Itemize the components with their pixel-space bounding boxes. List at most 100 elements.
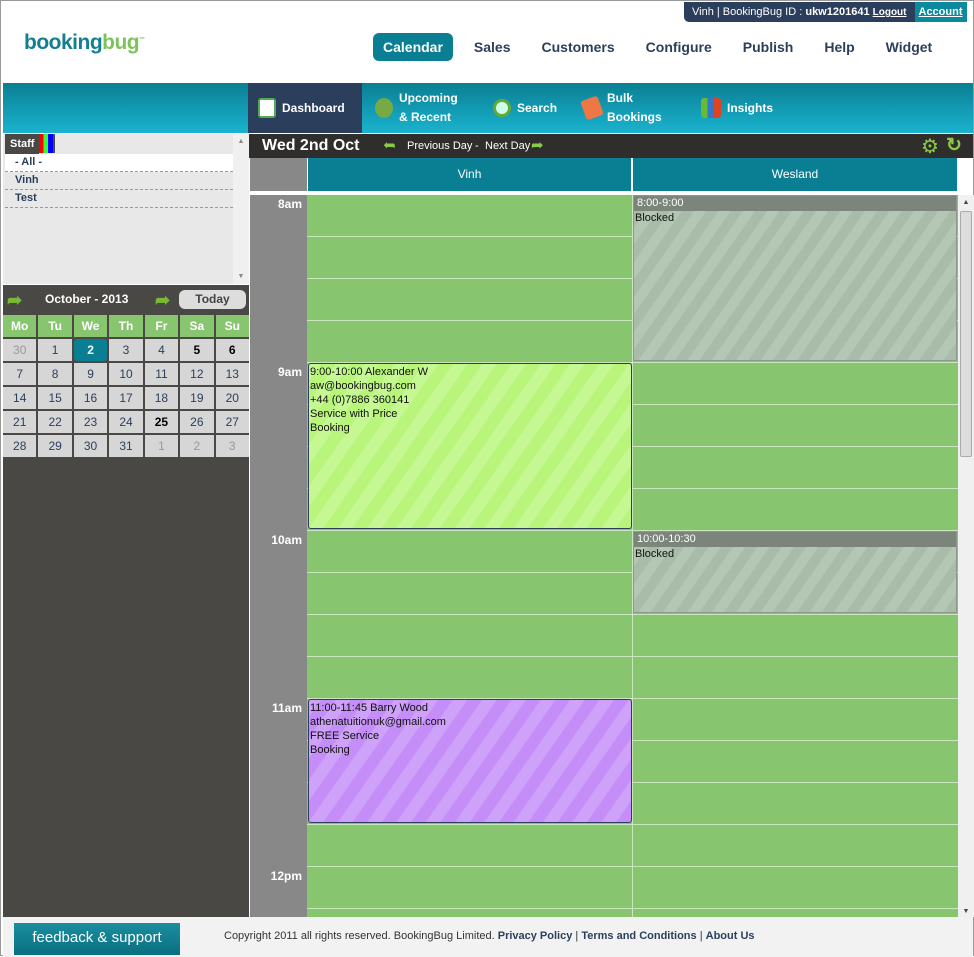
- day-cell[interactable]: 17: [109, 387, 143, 409]
- weekday-label: Fr: [144, 315, 179, 337]
- day-cell[interactable]: 26: [180, 411, 214, 433]
- day-cell[interactable]: 30: [73, 435, 108, 457]
- day-cell[interactable]: 27: [215, 411, 249, 433]
- event-detail: aw@bookingbug.com: [310, 380, 416, 392]
- subnav-insights[interactable]: Insights: [701, 83, 773, 133]
- weekday-label: Tu: [38, 315, 72, 337]
- subnav-bulk-bookings[interactable]: Bulk Bookings: [580, 83, 673, 133]
- staff-scrollbar[interactable]: ▲ ▼: [233, 134, 249, 284]
- feedback-support-button[interactable]: feedback & support: [14, 923, 180, 955]
- booking-event[interactable]: 9:00-10:00 Alexander W aw@bookingbug.com +…: [308, 363, 632, 529]
- blocked-slot[interactable]: 10:00-10:30 Blocked: [633, 531, 957, 613]
- nav-publish[interactable]: Publish: [733, 33, 804, 61]
- nav-customers[interactable]: Customers: [532, 33, 625, 61]
- day-cell[interactable]: 4: [144, 339, 179, 361]
- next-month-arrow-icon[interactable]: ➦: [155, 290, 170, 311]
- next-day-arrow-icon[interactable]: ➦: [531, 136, 544, 154]
- next-day-link[interactable]: Next Day: [485, 140, 530, 152]
- staff-item-vinh[interactable]: Vinh: [5, 172, 233, 190]
- event-time: 11:00-11:45 Barry Wood: [310, 702, 429, 714]
- refresh-icon[interactable]: ↻: [946, 134, 962, 157]
- subnav-dashboard[interactable]: Dashboard: [248, 83, 362, 133]
- scroll-thumb[interactable]: [960, 211, 972, 457]
- day-cell[interactable]: 21: [3, 411, 37, 433]
- day-cell[interactable]: 3: [215, 435, 249, 457]
- day-cell[interactable]: 23: [73, 411, 108, 433]
- privacy-policy-link[interactable]: Privacy Policy: [498, 930, 573, 942]
- day-cell[interactable]: 13: [215, 363, 249, 385]
- day-cell[interactable]: 2: [73, 339, 108, 361]
- account-link[interactable]: Account: [914, 2, 967, 22]
- day-cell[interactable]: 5: [180, 339, 214, 361]
- day-cell[interactable]: 20: [215, 387, 249, 409]
- grid-scrollbar[interactable]: ▲ ▼: [958, 195, 974, 917]
- main-nav: Calendar Sales Customers Configure Publish He…: [373, 33, 953, 61]
- event-detail: Blocked: [635, 212, 675, 224]
- day-cell[interactable]: 8: [38, 363, 72, 385]
- day-cell[interactable]: 3: [109, 339, 143, 361]
- prev-day-arrow-icon[interactable]: ➦: [383, 136, 396, 154]
- about-us-link[interactable]: About Us: [706, 930, 755, 942]
- logout-link[interactable]: Logout: [873, 7, 907, 18]
- day-cell[interactable]: 9: [73, 363, 108, 385]
- event-time: 9:00-10:00 Alexander W: [310, 366, 429, 378]
- color-toggle-icon[interactable]: [39, 134, 55, 153]
- subnav-search[interactable]: Search: [493, 83, 557, 133]
- hour-label: 10am: [271, 533, 302, 547]
- staff-item-all[interactable]: - All -: [5, 154, 233, 172]
- nav-help[interactable]: Help: [814, 33, 864, 61]
- day-cell[interactable]: 10: [109, 363, 143, 385]
- alarm-clock-icon: [375, 98, 393, 118]
- bookingbug-logo[interactable]: bookingbug™: [24, 31, 145, 55]
- footer: feedback & support Copyright 2011 all ri…: [3, 917, 973, 957]
- hour-label: 12pm: [270, 869, 302, 883]
- event-detail: Booking: [310, 422, 350, 434]
- previous-day-link[interactable]: Previous Day: [407, 140, 472, 152]
- weekday-label: Mo: [3, 315, 37, 337]
- day-cell[interactable]: 6: [215, 339, 249, 361]
- nav-calendar[interactable]: Calendar: [373, 33, 453, 61]
- event-time: 10:00-10:30: [634, 532, 956, 547]
- day-cell[interactable]: 2: [180, 435, 214, 457]
- day-cell[interactable]: 25: [144, 411, 179, 433]
- month-grid: Mo Tu We Th Fr Sa Su 30 1 2 3 4 5 6 7 8 9 10 11 12 13 14 15 16 1…: [3, 315, 249, 457]
- blocked-slot[interactable]: 8:00-9:00 Blocked: [633, 195, 957, 361]
- magnifier-icon: [493, 99, 511, 117]
- gear-icon[interactable]: ⚙: [921, 134, 939, 159]
- nav-sales[interactable]: Sales: [464, 33, 521, 61]
- prev-month-arrow-icon[interactable]: ➦: [7, 290, 22, 311]
- day-cell[interactable]: 24: [109, 411, 143, 433]
- terms-link[interactable]: Terms and Conditions: [581, 930, 696, 942]
- booking-id: ukw1201641: [805, 6, 870, 18]
- day-cell[interactable]: 22: [38, 411, 72, 433]
- day-cell[interactable]: 15: [38, 387, 72, 409]
- day-cell[interactable]: 19: [180, 387, 214, 409]
- separator: |: [575, 930, 579, 942]
- day-grid[interactable]: 8am 9am 10am 11am 12pm 8:00-9:00 Blocked 9:00-1…: [250, 195, 958, 917]
- day-cell[interactable]: 16: [73, 387, 108, 409]
- day-cell[interactable]: 30: [3, 339, 37, 361]
- nav-configure[interactable]: Configure: [636, 33, 722, 61]
- staff-item-test[interactable]: Test: [5, 190, 233, 208]
- day-cell[interactable]: 1: [38, 339, 72, 361]
- bulk-icon: [580, 95, 604, 121]
- day-cell[interactable]: 11: [144, 363, 179, 385]
- day-cell[interactable]: 12: [180, 363, 214, 385]
- day-cell[interactable]: 1: [144, 435, 179, 457]
- day-cell[interactable]: 28: [3, 435, 37, 457]
- slot-line: [307, 656, 958, 657]
- time-column: [250, 195, 307, 917]
- booking-event[interactable]: 11:00-11:45 Barry Wood athenatuitionuk@gm…: [308, 699, 632, 823]
- day-cell[interactable]: 7: [3, 363, 37, 385]
- hour-label: 8am: [277, 197, 302, 211]
- day-cell[interactable]: 29: [38, 435, 72, 457]
- day-cell[interactable]: 31: [109, 435, 143, 457]
- day-cell[interactable]: 14: [3, 387, 37, 409]
- weekday-label: Sa: [180, 315, 214, 337]
- day-cell[interactable]: 18: [144, 387, 179, 409]
- nav-widget[interactable]: Widget: [876, 33, 943, 61]
- user-label: Vinh | BookingBug ID :: [692, 6, 806, 18]
- today-button[interactable]: Today: [179, 290, 246, 309]
- staff-tab[interactable]: Staff: [5, 134, 40, 154]
- subnav-upcoming[interactable]: Upcoming & Recent: [375, 83, 475, 133]
